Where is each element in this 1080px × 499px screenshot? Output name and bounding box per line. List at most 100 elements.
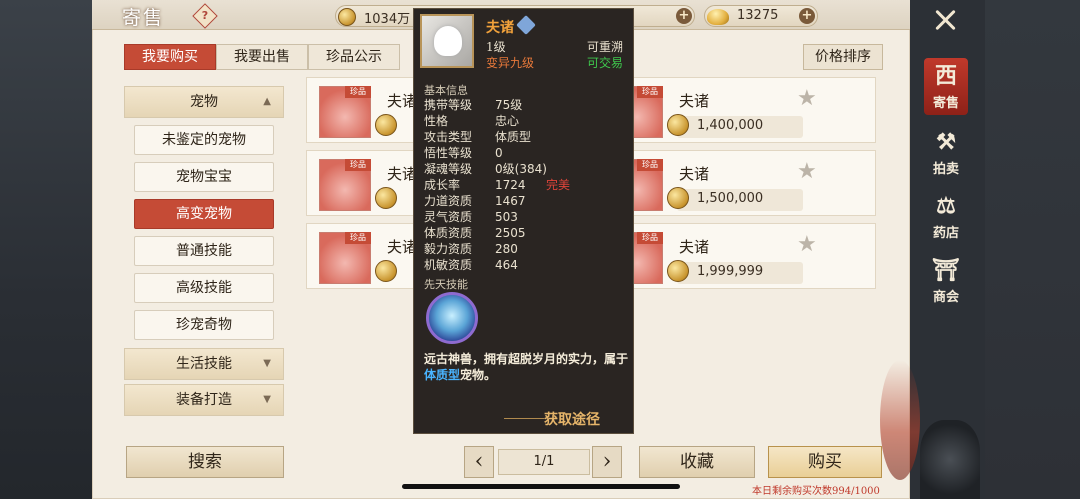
coin-icon	[375, 114, 397, 136]
tab-buy[interactable]: 我要购买	[124, 44, 216, 70]
favorite-star-icon[interactable]: ★	[797, 86, 817, 111]
listing-price: 1,400,000	[697, 118, 764, 133]
stat-row: 成长率 1724 完美	[424, 178, 571, 192]
pet-name: 夫诸	[486, 20, 514, 36]
nav-consignment[interactable]: 西 寄售	[924, 58, 968, 115]
trade-status: 可交易	[587, 56, 624, 70]
category-label: 生活技能	[176, 356, 232, 372]
rare-badge: 珍品	[345, 86, 371, 98]
coin-icon	[375, 187, 397, 209]
nav-pharmacy[interactable]: ⚖ 药店	[924, 192, 968, 241]
chevron-down-icon: ▼	[263, 394, 271, 405]
subcategory-advanced-skill[interactable]: 高级技能	[134, 273, 274, 303]
chevron-down-icon: ▼	[263, 358, 271, 369]
silver-coin-icon	[338, 8, 356, 26]
category-label: 宠物	[190, 94, 218, 110]
listing-price: 1,999,999	[697, 264, 764, 279]
rare-badge: 珍品	[637, 159, 663, 171]
pet-avatar	[420, 14, 474, 68]
category-equipment-forging[interactable]: 装备打造 ▼	[124, 384, 284, 416]
innate-skill-header: 先天技能	[424, 278, 468, 291]
page-indicator: 1/1	[498, 449, 590, 475]
stat-row: 携带等级 75级	[424, 98, 523, 112]
next-page-button[interactable]: ›	[592, 446, 622, 478]
subcategory-mutant-pet[interactable]: 高变宠物	[134, 199, 274, 229]
category-pet[interactable]: 宠物 ▲	[124, 86, 284, 118]
category-label: 装备打造	[176, 392, 232, 408]
market-tabs: 我要购买 我要出售 珍品公示	[124, 44, 400, 70]
favorite-star-icon[interactable]: ★	[797, 232, 817, 257]
listing-name: 夫诸	[679, 238, 710, 256]
nav-label: 药店	[932, 226, 959, 241]
add-gold-button[interactable]: +	[799, 8, 815, 24]
category-sidebar: 宠物 ▲ 未鉴定的宠物 宠物宝宝 高变宠物 普通技能 高级技能 珍宠奇物 生活技…	[124, 86, 286, 426]
buy-button[interactable]: 购买	[768, 446, 882, 478]
right-background	[985, 0, 1080, 499]
stat-row: 毅力资质 280	[424, 242, 518, 256]
stat-row: 性格 忠心	[424, 114, 520, 128]
subcategory-unidentified-pet[interactable]: 未鉴定的宠物	[134, 125, 274, 155]
rare-badge: 珍品	[345, 159, 371, 171]
pet-description: 远古神兽，拥有超脱岁月的实力，属于体质型宠物。	[424, 352, 629, 382]
nav-auction[interactable]: ⚒ 拍卖	[924, 128, 968, 177]
pet-level: 1级	[486, 40, 506, 54]
nav-label: 拍卖	[932, 162, 959, 177]
dragon-decoration	[920, 420, 980, 499]
prev-page-button[interactable]: ‹	[464, 446, 494, 478]
rebirth-status: 可重溯	[587, 40, 624, 54]
subcategory-pet-baby[interactable]: 宠物宝宝	[134, 162, 274, 192]
subcategory-rare-items[interactable]: 珍宠奇物	[134, 310, 274, 340]
stat-row: 凝魂等级 0级(384)	[424, 162, 547, 176]
gold-amount: 13275	[737, 8, 779, 23]
left-background	[0, 0, 95, 499]
add-silver-button[interactable]: +	[676, 8, 692, 24]
gender-icon	[516, 15, 536, 35]
stat-row: 机敏资质 464	[424, 258, 518, 272]
scale-icon: ⚖	[936, 193, 956, 219]
stat-row: 悟性等级 0	[424, 146, 503, 160]
listing-name: 夫诸	[679, 165, 710, 183]
rare-badge: 珍品	[637, 86, 663, 98]
coin-icon	[667, 114, 689, 136]
tab-sell[interactable]: 我要出售	[216, 44, 308, 70]
perfect-tag: 完美	[546, 178, 571, 192]
gold-ingot-icon	[707, 9, 729, 25]
gold-balance: 13275 +	[704, 5, 818, 27]
stat-row: 体质资质 2505	[424, 226, 526, 240]
stat-row: 力道资质 1467	[424, 194, 526, 208]
decorative-swirl	[880, 360, 920, 480]
category-life-skill[interactable]: 生活技能 ▼	[124, 348, 284, 380]
coin-icon	[375, 260, 397, 282]
listing-price: 1,500,000	[697, 191, 764, 206]
innate-skill-icon[interactable]	[426, 292, 478, 344]
nav-label: 商会	[932, 290, 959, 305]
price-sort-button[interactable]: 价格排序	[803, 44, 883, 70]
search-button[interactable]: 搜索	[126, 446, 284, 478]
acquisition-source-button[interactable]: 获取途径	[544, 409, 600, 429]
rare-badge: 珍品	[345, 232, 371, 244]
close-icon[interactable]	[930, 5, 960, 35]
nav-guild[interactable]: ⛩ 商会	[924, 256, 968, 305]
decorative-line	[504, 418, 544, 419]
subcategory-normal-skill[interactable]: 普通技能	[134, 236, 274, 266]
silver-amount: 1034万	[364, 12, 411, 27]
coin-icon	[667, 187, 689, 209]
listing-name: 夫诸	[679, 92, 710, 110]
basic-info-header: 基本信息	[424, 84, 468, 97]
listing-card[interactable]: 珍品 夫诸 1,999,999 ★	[598, 223, 876, 289]
listing-card[interactable]: 珍品 夫诸 1,400,000 ★	[598, 77, 876, 143]
chevron-up-icon: ▲	[263, 96, 271, 107]
help-icon: ?	[201, 9, 209, 22]
mutation-level: 变异九级	[486, 56, 535, 70]
listing-card[interactable]: 珍品 夫诸 1,500,000 ★	[598, 150, 876, 216]
favorite-star-icon[interactable]: ★	[797, 159, 817, 184]
rare-badge: 珍品	[637, 232, 663, 244]
page-title: 寄售	[122, 7, 165, 29]
remaining-purchases: 本日剩余购买次数994/1000	[752, 486, 880, 497]
home-indicator	[402, 484, 680, 489]
consignment-icon: 西	[934, 63, 957, 89]
favorite-button[interactable]: 收藏	[639, 446, 755, 478]
coin-icon	[667, 260, 689, 282]
tab-treasure-notice[interactable]: 珍品公示	[308, 44, 400, 70]
guild-icon: ⛩	[932, 257, 960, 283]
